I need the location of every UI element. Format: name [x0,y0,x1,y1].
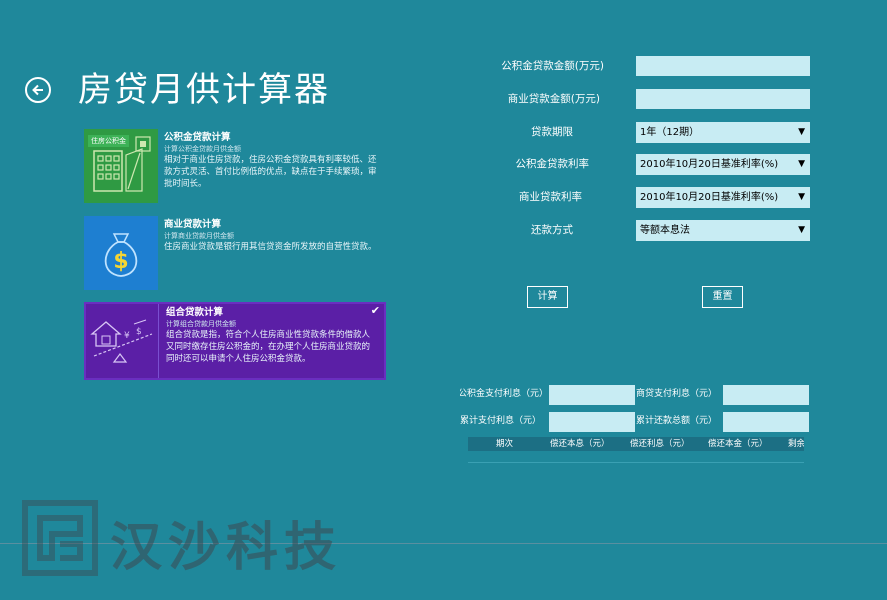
total-repay-output [723,412,809,432]
chevron-down-icon: ▼ [798,127,805,137]
fund-amount-label: 公积金贷款金额(万元) [501,60,604,72]
commercial-rate-select[interactable]: 2010年10月20日基准利率(%) ▼ [636,187,810,208]
card-commercial-loan[interactable]: $ 商业贷款计算 计算商业贷款月供金额 住房商业贷款是银行用其信贷资金所发放的自… [84,216,386,290]
watermark-logo-icon [22,500,98,580]
svg-text:¥: ¥ [124,331,130,341]
column-header: 期次 [496,439,514,449]
watermark-text: 汉沙科技 [110,518,343,578]
commercial-interest-label: 商贷支付利息（元） [636,389,718,399]
checkmark-icon: ✔ [370,304,380,317]
commercial-amount-label: 商业贷款金额(万元) [507,93,600,105]
chevron-down-icon: ▼ [798,159,805,169]
fund-interest-output [549,385,635,405]
card-combined-loan[interactable]: ¥ $ 组合贷款计算 计算组合贷款月供金额 组合贷款是指，符合个人住房商业性贷款… [84,302,386,380]
total-interest-label: 累计支付利息（元） [460,416,542,426]
fund-rate-label: 公积金贷款利率 [515,158,590,170]
card-description: 相对于商业住房贷款，住房公积金贷款具有利率较低、还款方式灵活、首付比例低的优点，… [164,155,377,189]
fund-rate-select[interactable]: 2010年10月20日基准利率(%) ▼ [636,154,810,175]
term-label: 贷款期限 [531,126,573,138]
reset-button[interactable]: 重置 [702,286,743,308]
svg-text:$: $ [136,327,142,337]
card-title: 组合贷款计算 [166,307,224,318]
calculate-button[interactable]: 计算 [527,286,568,308]
card-fund-loan[interactable]: 住房公积金 公积金贷款计算 计算公积金贷款月供金额 相对于商业住房贷款，住房公积… [84,129,386,203]
column-header: 偿还本息（元） [550,439,610,449]
total-repay-label: 累计还款总额（元） [636,416,718,426]
page-title: 房贷月供计算器 [78,70,330,110]
card-title: 商业贷款计算 [164,219,222,230]
method-value: 等额本息法 [640,225,690,236]
card-subtitle: 计算商业贷款月供金额 [164,232,234,240]
commercial-rate-value: 2010年10月20日基准利率(%) [640,192,779,203]
commercial-rate-label: 商业贷款利率 [519,191,582,203]
house-scale-icon: ¥ $ [86,304,159,378]
table-divider [468,462,804,463]
fund-rate-value: 2010年10月20日基准利率(%) [640,159,779,170]
card-title: 公积金贷款计算 [164,132,231,143]
commercial-interest-output [723,385,809,405]
column-header: 偿还本金（元） [708,439,768,449]
money-bag-icon: $ [84,216,158,290]
column-header: 偿还利息（元） [630,439,690,449]
schedule-table-header: 期次 偿还本息（元） 偿还利息（元） 偿还本金（元） 剩余 [468,437,804,451]
fund-interest-label-text: 公积金支付利息（元） [460,389,548,399]
method-label: 还款方式 [531,224,573,236]
term-value: 1年（12期） [640,127,700,138]
method-select[interactable]: 等额本息法 ▼ [636,220,810,241]
fund-interest-label: 公积金支付利息（元） [460,385,548,403]
term-select[interactable]: 1年（12期） ▼ [636,122,810,143]
arrow-left-icon [32,84,43,96]
fund-building-icon: 住房公积金 [84,129,158,203]
chevron-down-icon: ▼ [798,192,805,202]
card-subtitle: 计算组合贷款月供金额 [166,320,236,328]
card-description: 住房商业贷款是银行用其信贷资金所发放的自营性贷款。 [164,242,377,252]
card-subtitle: 计算公积金贷款月供金额 [164,145,241,153]
column-header: 剩余 [788,439,804,449]
card-description: 组合贷款是指，符合个人住房商业性贷款条件的借款人又同时缴存住房公积金的，在办理个… [166,330,371,364]
total-interest-output [549,412,635,432]
back-button[interactable] [25,77,51,103]
commercial-amount-input[interactable] [636,89,810,109]
chevron-down-icon: ▼ [798,225,805,235]
svg-text:$: $ [113,249,128,274]
fund-amount-input[interactable] [636,56,810,76]
